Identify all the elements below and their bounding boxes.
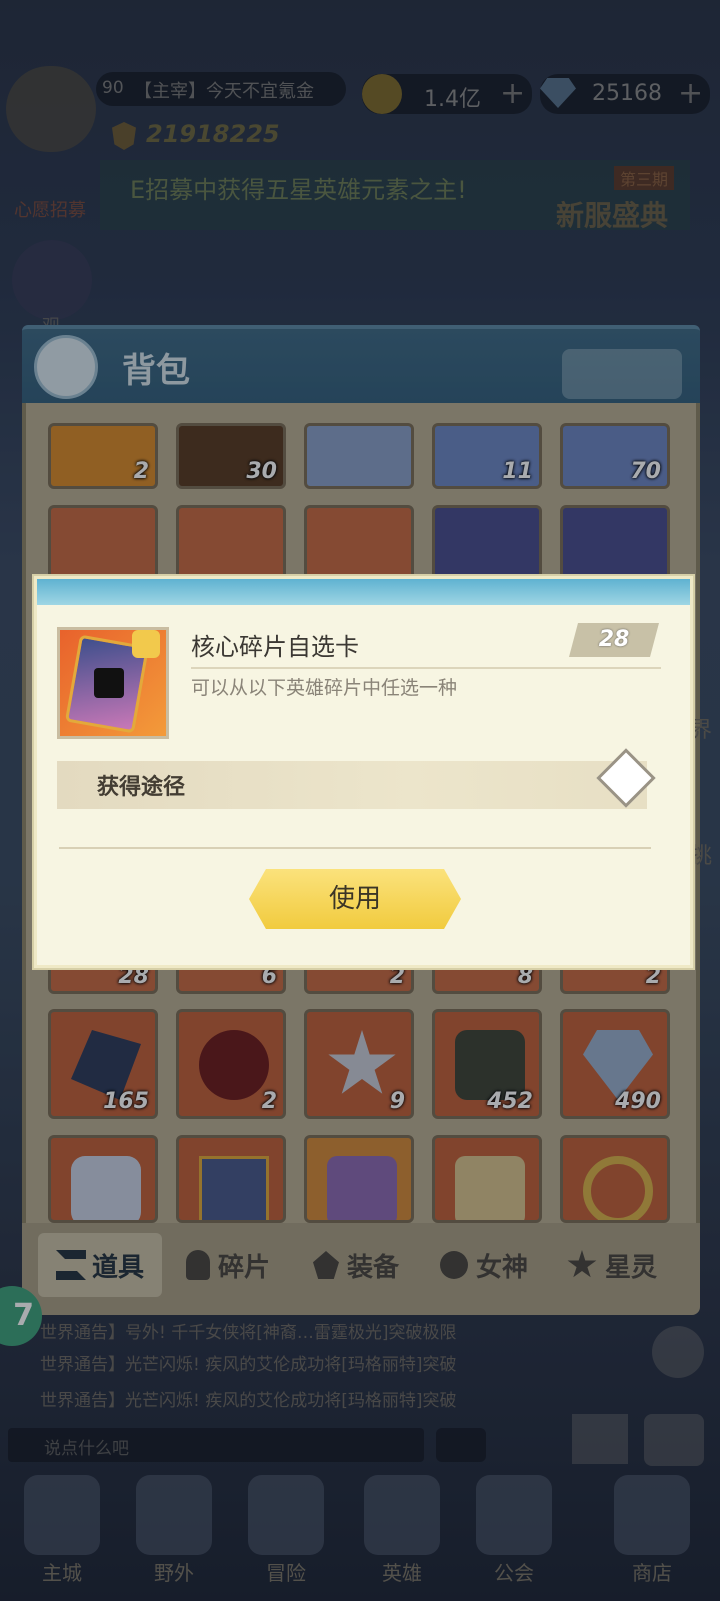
- use-button[interactable]: 使用: [249, 869, 461, 929]
- item-count-badge: 28: [569, 623, 659, 657]
- item-detail-popup: 核心碎片自选卡 28 可以从以下英雄碎片中任选一种 获得途径 使用: [34, 576, 693, 968]
- item-description: 可以从以下英雄碎片中任选一种: [191, 677, 458, 699]
- use-button-label: 使用: [328, 884, 381, 914]
- item-card-icon: [57, 627, 169, 739]
- crown-emblem-icon: [94, 668, 124, 698]
- item-name: 核心碎片自选卡: [191, 633, 359, 661]
- source-label: 获得途径: [97, 775, 186, 800]
- name-divider: [191, 667, 661, 669]
- puzzle-piece-icon: [132, 630, 160, 658]
- source-section-header[interactable]: 获得途径: [57, 761, 647, 809]
- popup-divider: [59, 847, 651, 849]
- popup-top-strip: [37, 579, 690, 605]
- item-count-value: 28: [598, 627, 630, 652]
